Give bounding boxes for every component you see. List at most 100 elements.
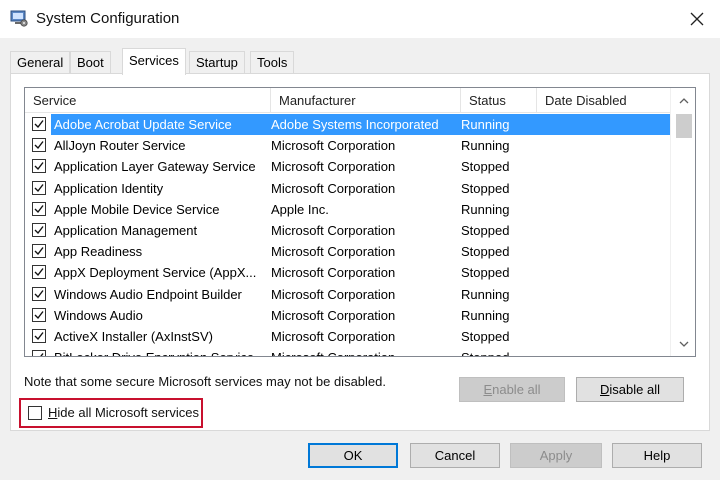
service-name-cell: App Readiness — [54, 244, 143, 260]
hide-microsoft-services-highlight: Hide all Microsoft services — [19, 398, 203, 428]
manufacturer-cell: Microsoft Corporation — [271, 265, 396, 281]
service-name-cell: ActiveX Installer (AxInstSV) — [54, 328, 213, 344]
checkmark-icon — [34, 247, 44, 256]
checkmark-icon — [34, 183, 44, 192]
services-panel: Service Manufacturer Status Date Disable… — [10, 73, 710, 431]
manufacturer-cell: Microsoft Corporation — [271, 180, 396, 196]
manufacturer-cell: Microsoft Corporation — [271, 328, 396, 344]
service-row[interactable]: Windows Audio Endpoint Builder Microsoft … — [25, 284, 670, 305]
checkmark-icon — [34, 268, 44, 277]
status-cell: Stopped — [461, 222, 510, 238]
checkmark-icon — [34, 331, 44, 340]
column-header-date-disabled[interactable]: Date Disabled — [537, 88, 670, 113]
scroll-up-button[interactable] — [671, 92, 695, 109]
date-disabled-cell — [537, 178, 657, 199]
service-checkbox[interactable] — [32, 350, 46, 356]
service-checkbox[interactable] — [32, 180, 46, 195]
status-cell: Stopped — [461, 180, 510, 196]
service-checkbox[interactable] — [32, 328, 46, 343]
help-button[interactable]: Help — [612, 443, 702, 468]
checkmark-icon — [40, 353, 44, 356]
service-row[interactable]: Application Management Microsoft Corporat… — [25, 220, 670, 241]
apply-button[interactable]: Apply — [510, 443, 602, 468]
services-list[interactable]: Service Manufacturer Status Date Disable… — [24, 87, 696, 357]
service-name-cell: AppX Deployment Service (AppX... — [54, 265, 257, 281]
service-name-cell: Application Layer Gateway Service — [54, 159, 256, 175]
manufacturer-cell: Microsoft Corporation — [271, 244, 396, 260]
service-checkbox[interactable] — [32, 265, 46, 280]
hide-accel: H — [48, 405, 58, 420]
service-rows: Adobe Acrobat Update Service Adobe System… — [25, 114, 670, 356]
manufacturer-cell: Apple Inc. — [271, 201, 329, 217]
status-cell: Stopped — [461, 328, 510, 344]
column-header-manufacturer[interactable]: Manufacturer — [271, 88, 461, 113]
status-cell: Stopped — [461, 244, 510, 260]
checkmark-icon — [34, 204, 44, 213]
enable-all-label: nable all — [492, 382, 541, 397]
column-header-service[interactable]: Service — [25, 88, 271, 113]
service-name-cell: Apple Mobile Device Service — [54, 201, 220, 217]
date-disabled-cell — [537, 347, 657, 356]
service-row[interactable]: AppX Deployment Service (AppX... Microsof… — [25, 262, 670, 283]
status-cell: Running — [461, 201, 510, 217]
service-row[interactable]: Adobe Acrobat Update Service Adobe System… — [25, 114, 670, 135]
status-cell: Stopped — [461, 159, 510, 175]
disable-all-button[interactable]: Disable all — [576, 377, 684, 402]
tab-startup[interactable]: Startup — [189, 51, 245, 74]
checkmark-icon — [34, 310, 44, 319]
manufacturer-cell: Microsoft Corporation — [271, 286, 396, 302]
service-name-cell: Windows Audio Endpoint Builder — [54, 286, 242, 302]
service-row[interactable]: Apple Mobile Device Service Apple Inc. Run… — [25, 199, 670, 220]
service-checkbox[interactable] — [32, 222, 46, 237]
service-row[interactable]: AllJoyn Router Service Microsoft Corporat… — [25, 135, 670, 156]
hide-microsoft-services-label[interactable]: Hide all Microsoft services — [48, 405, 199, 420]
tab-tools[interactable]: Tools — [250, 51, 295, 74]
date-disabled-cell — [537, 135, 657, 156]
column-header-status[interactable]: Status — [461, 88, 537, 113]
service-checkbox[interactable] — [32, 244, 46, 259]
checkmark-icon — [34, 226, 44, 234]
service-checkbox[interactable] — [32, 159, 46, 174]
close-icon — [690, 12, 704, 26]
service-name-cell: Windows Audio — [54, 307, 143, 323]
date-disabled-cell — [537, 220, 657, 241]
service-row[interactable]: Windows Audio Microsoft Corporation Runnin… — [25, 305, 670, 326]
service-checkbox[interactable] — [32, 286, 46, 301]
service-row[interactable]: App Readiness Microsoft Corporation Stoppe… — [25, 241, 670, 262]
manufacturer-cell: Microsoft Corporation — [271, 222, 396, 238]
service-row[interactable]: Application Identity Microsoft Corporatio… — [25, 178, 670, 199]
service-row[interactable]: ActiveX Installer (AxInstSV) Microsoft Co… — [25, 326, 670, 347]
tab-boot[interactable]: Boot — [70, 51, 111, 74]
scroll-thumb[interactable] — [676, 114, 692, 138]
chevron-down-icon — [679, 341, 689, 347]
status-cell: Stopped — [461, 265, 510, 281]
status-cell: Running — [461, 117, 510, 132]
checkmark-icon — [34, 162, 44, 171]
system-configuration-window: System Configuration General Boot Servic… — [0, 0, 720, 480]
manufacturer-cell: Microsoft Corporation — [271, 159, 396, 175]
date-disabled-cell — [537, 156, 657, 177]
service-row[interactable]: Application Layer Gateway Service Microso… — [25, 156, 670, 177]
vertical-scrollbar[interactable] — [670, 88, 695, 356]
date-disabled-cell — [537, 262, 657, 283]
ok-button[interactable]: OK — [308, 443, 398, 468]
service-row[interactable]: BitLocker Drive Encryption Service Micros… — [25, 347, 670, 356]
service-checkbox[interactable] — [32, 138, 46, 153]
tab-services[interactable]: Services — [122, 48, 186, 75]
service-checkbox[interactable] — [32, 117, 46, 131]
scroll-down-button[interactable] — [671, 335, 695, 352]
tab-general[interactable]: General — [10, 51, 71, 74]
chevron-up-icon — [679, 97, 689, 103]
hide-label-rest: ide all Microsoft services — [57, 405, 199, 420]
hide-microsoft-services-checkbox[interactable] — [28, 406, 42, 420]
enable-all-accel: E — [483, 382, 493, 397]
service-checkbox[interactable] — [32, 201, 46, 216]
manufacturer-cell: Microsoft Corporation — [271, 347, 457, 356]
close-button[interactable] — [674, 0, 720, 38]
service-checkbox[interactable] — [32, 307, 46, 322]
enable-all-button[interactable]: Enable all — [459, 377, 565, 402]
manufacturer-cell: Microsoft Corporation — [271, 138, 396, 154]
disable-all-accel: D — [600, 382, 610, 397]
cancel-button[interactable]: Cancel — [410, 443, 500, 468]
date-disabled-cell — [537, 326, 657, 347]
